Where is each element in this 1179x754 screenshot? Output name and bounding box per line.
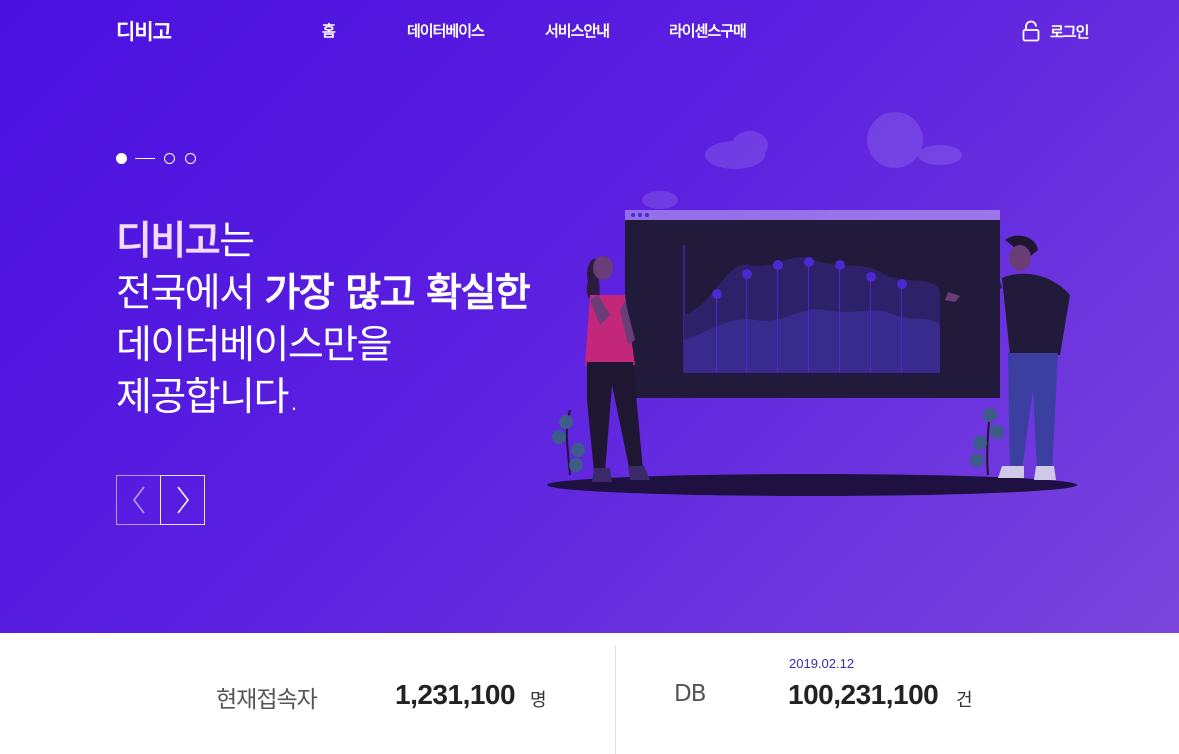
headline-line-2: 전국에서 가장 많고 확실한 — [116, 268, 531, 320]
slide-dot-2[interactable] — [164, 153, 175, 164]
slide-dot-1[interactable] — [116, 153, 127, 164]
chevron-left-icon — [132, 486, 145, 514]
slide-arrows — [116, 475, 205, 525]
headline-brand: 디비고 — [116, 219, 221, 264]
chevron-right-icon — [176, 486, 189, 514]
headline-line2-bold: 가장 많고 확실한 — [264, 271, 530, 316]
db-unit: 건 — [956, 690, 973, 711]
nav-item-home[interactable]: 홈 — [322, 20, 336, 41]
next-slide-button[interactable] — [160, 475, 205, 525]
db-date: 2019.02.12 — [789, 656, 855, 671]
nav-item-database[interactable]: 데이터베이스 — [407, 20, 485, 41]
site-logo[interactable]: 디비고 — [116, 16, 172, 46]
floor-shadow — [547, 474, 1077, 496]
stats-bar: 현재접속자 1,231,100 명 DB 2019.02.12 100,231,… — [0, 633, 1179, 754]
plant-left — [552, 409, 585, 476]
visitors-value: 1,231,100 — [395, 679, 516, 710]
slide-dot-3[interactable] — [185, 153, 196, 164]
slide-indicator — [116, 153, 196, 164]
login-label: 로그인 — [1050, 22, 1089, 41]
presentation-board — [625, 210, 1000, 398]
headline-line1-rest: 는 — [219, 219, 255, 264]
headline-line-1: 디비고는 — [116, 216, 529, 268]
slide-dash — [135, 157, 155, 160]
headline-line-3: 데이터베이스만을 — [116, 323, 393, 368]
plant-right — [970, 408, 1004, 476]
headline-line-4: 제공합니다. — [116, 375, 300, 420]
nav-item-license-purchase[interactable]: 라이센스구매 — [669, 20, 747, 41]
nav-item-service-info[interactable]: 서비스안내 — [545, 20, 610, 41]
hero-banner: 디비고 홈 데이터베이스 서비스안내 라이센스구매 로그인 디비고는 전국에서 … — [0, 0, 1179, 633]
db-value: 100,231,100 — [788, 679, 939, 710]
db-label: DB — [674, 681, 706, 707]
prev-slide-button[interactable] — [116, 475, 161, 525]
hero-headline: 디비고는 전국에서 가장 많고 확실한 데이터베이스만을 제공합니다. — [116, 216, 531, 424]
headline-line2-prefix: 전국에서 — [116, 271, 265, 316]
background-clouds — [642, 112, 962, 209]
visitors-unit: 명 — [530, 690, 547, 711]
visitors-label: 현재접속자 — [216, 687, 318, 713]
data-presentation-illustration — [547, 112, 1077, 496]
stats-divider — [615, 645, 616, 754]
lock-icon — [1022, 20, 1040, 42]
login-button[interactable]: 로그인 — [1020, 20, 1089, 42]
